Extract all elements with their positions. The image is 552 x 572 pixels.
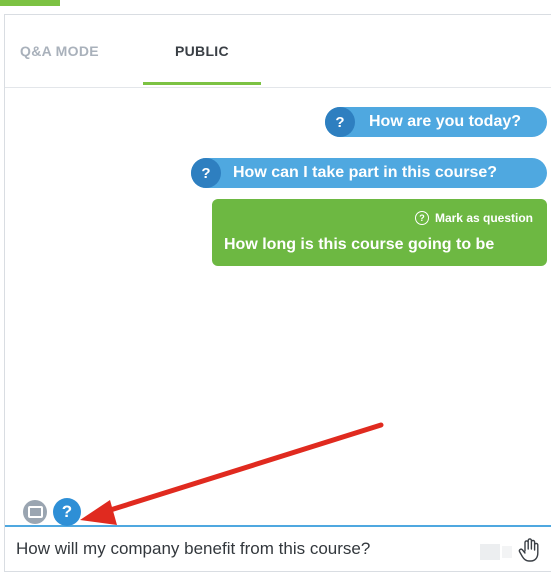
annotation-arrow [80,422,384,525]
